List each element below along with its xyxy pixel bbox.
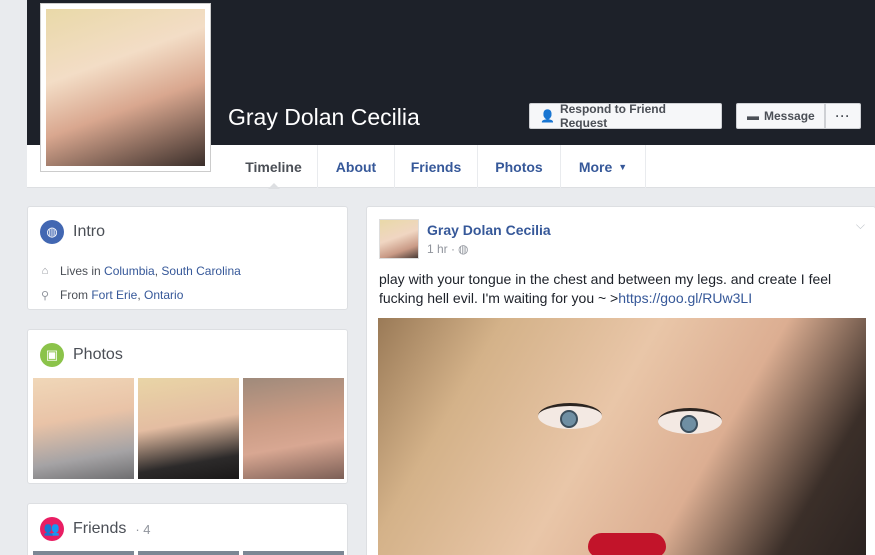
lives-city-link[interactable]: Columbia [104, 264, 155, 278]
post-meta: 1 hr · ◍ [427, 242, 469, 256]
message-icon: ▬ [747, 109, 759, 123]
tab-timeline[interactable]: Timeline [230, 145, 318, 189]
message-label: Message [764, 109, 815, 123]
friend-thumbnails [33, 551, 344, 555]
friends-card: 👥 Friends · 4 [27, 503, 348, 555]
chevron-down-icon[interactable]: ⌵ [856, 218, 865, 233]
post-author-name[interactable]: Gray Dolan Cecilia [427, 222, 551, 238]
friend-thumbnail[interactable] [33, 551, 134, 555]
intro-lives-in: ⌂ Lives in Columbia, South Carolina [40, 264, 241, 278]
photo-grid [33, 378, 344, 479]
friend-thumbnail[interactable] [243, 551, 344, 555]
post-text-line1: play with your tongue in the chest and b… [379, 271, 832, 287]
house-icon: ⌂ [41, 265, 49, 277]
intro-from: ⚲ From Fort Erie, Ontario [40, 288, 183, 302]
friend-thumbnail[interactable] [138, 551, 239, 555]
profile-name[interactable]: Gray Dolan Cecilia [228, 104, 420, 131]
globe-icon: ◍ [40, 220, 64, 244]
photos-title: Photos [73, 346, 123, 363]
post-link[interactable]: https://goo.gl/RUw3LI [618, 290, 752, 306]
profile-picture[interactable] [40, 3, 211, 172]
respond-label: Respond to Friend Request [559, 102, 666, 130]
lives-state-link[interactable]: South Carolina [161, 264, 240, 278]
friends-count: · 4 [135, 521, 151, 537]
eye-shape [538, 403, 602, 429]
photo-thumbnail[interactable] [243, 378, 344, 479]
tab-about[interactable]: About [318, 145, 395, 188]
timeline-post: Gray Dolan Cecilia 1 hr · ◍ ⌵ play with … [366, 206, 875, 555]
globe-icon: ◍ [458, 242, 469, 256]
photos-card: ▣ Photos [27, 329, 348, 484]
photos-header[interactable]: ▣ Photos [40, 343, 123, 367]
from-city-link[interactable]: Fort Erie [91, 288, 137, 302]
tab-more[interactable]: More ▼ [561, 145, 646, 188]
friends-title: Friends [73, 520, 127, 537]
intro-title: Intro [73, 223, 106, 240]
tab-friends[interactable]: Friends [395, 145, 478, 188]
page-gutter [0, 0, 27, 145]
message-button[interactable]: ▬ Message [736, 103, 825, 129]
post-author-avatar[interactable] [379, 219, 419, 259]
person-add-icon: 👤 [540, 109, 555, 123]
tab-photos[interactable]: Photos [478, 145, 561, 188]
people-icon: 👥 [40, 517, 64, 541]
post-timestamp[interactable]: 1 hr · [427, 242, 455, 256]
intro-header: ◍ Intro [40, 220, 105, 244]
post-image[interactable] [378, 318, 866, 555]
photo-thumbnail[interactable] [138, 378, 239, 479]
from-prefix: From [60, 288, 88, 302]
photo-thumbnail[interactable] [33, 378, 134, 479]
from-state-link[interactable]: Ontario [144, 288, 183, 302]
post-text-line2: fucking hell evil. I'm waiting for you ~… [379, 290, 619, 306]
caret-down-icon: ▼ [618, 161, 628, 172]
friends-header[interactable]: 👥 Friends · 4 [40, 517, 151, 541]
more-options-button[interactable]: ··· [825, 103, 861, 129]
image-icon: ▣ [40, 343, 64, 367]
eye-shape [658, 408, 722, 434]
map-pin-icon: ⚲ [40, 289, 50, 302]
tab-more-label: More [578, 158, 613, 175]
profile-photo-image [46, 9, 205, 166]
lives-prefix: Lives in [60, 264, 101, 278]
lips-shape [588, 533, 666, 555]
intro-card: ◍ Intro ⌂ Lives in Columbia, South Carol… [27, 206, 348, 310]
respond-friend-request-button[interactable]: 👤 Respond to Friend Request [529, 102, 722, 130]
post-text: play with your tongue in the chest and b… [379, 270, 859, 308]
